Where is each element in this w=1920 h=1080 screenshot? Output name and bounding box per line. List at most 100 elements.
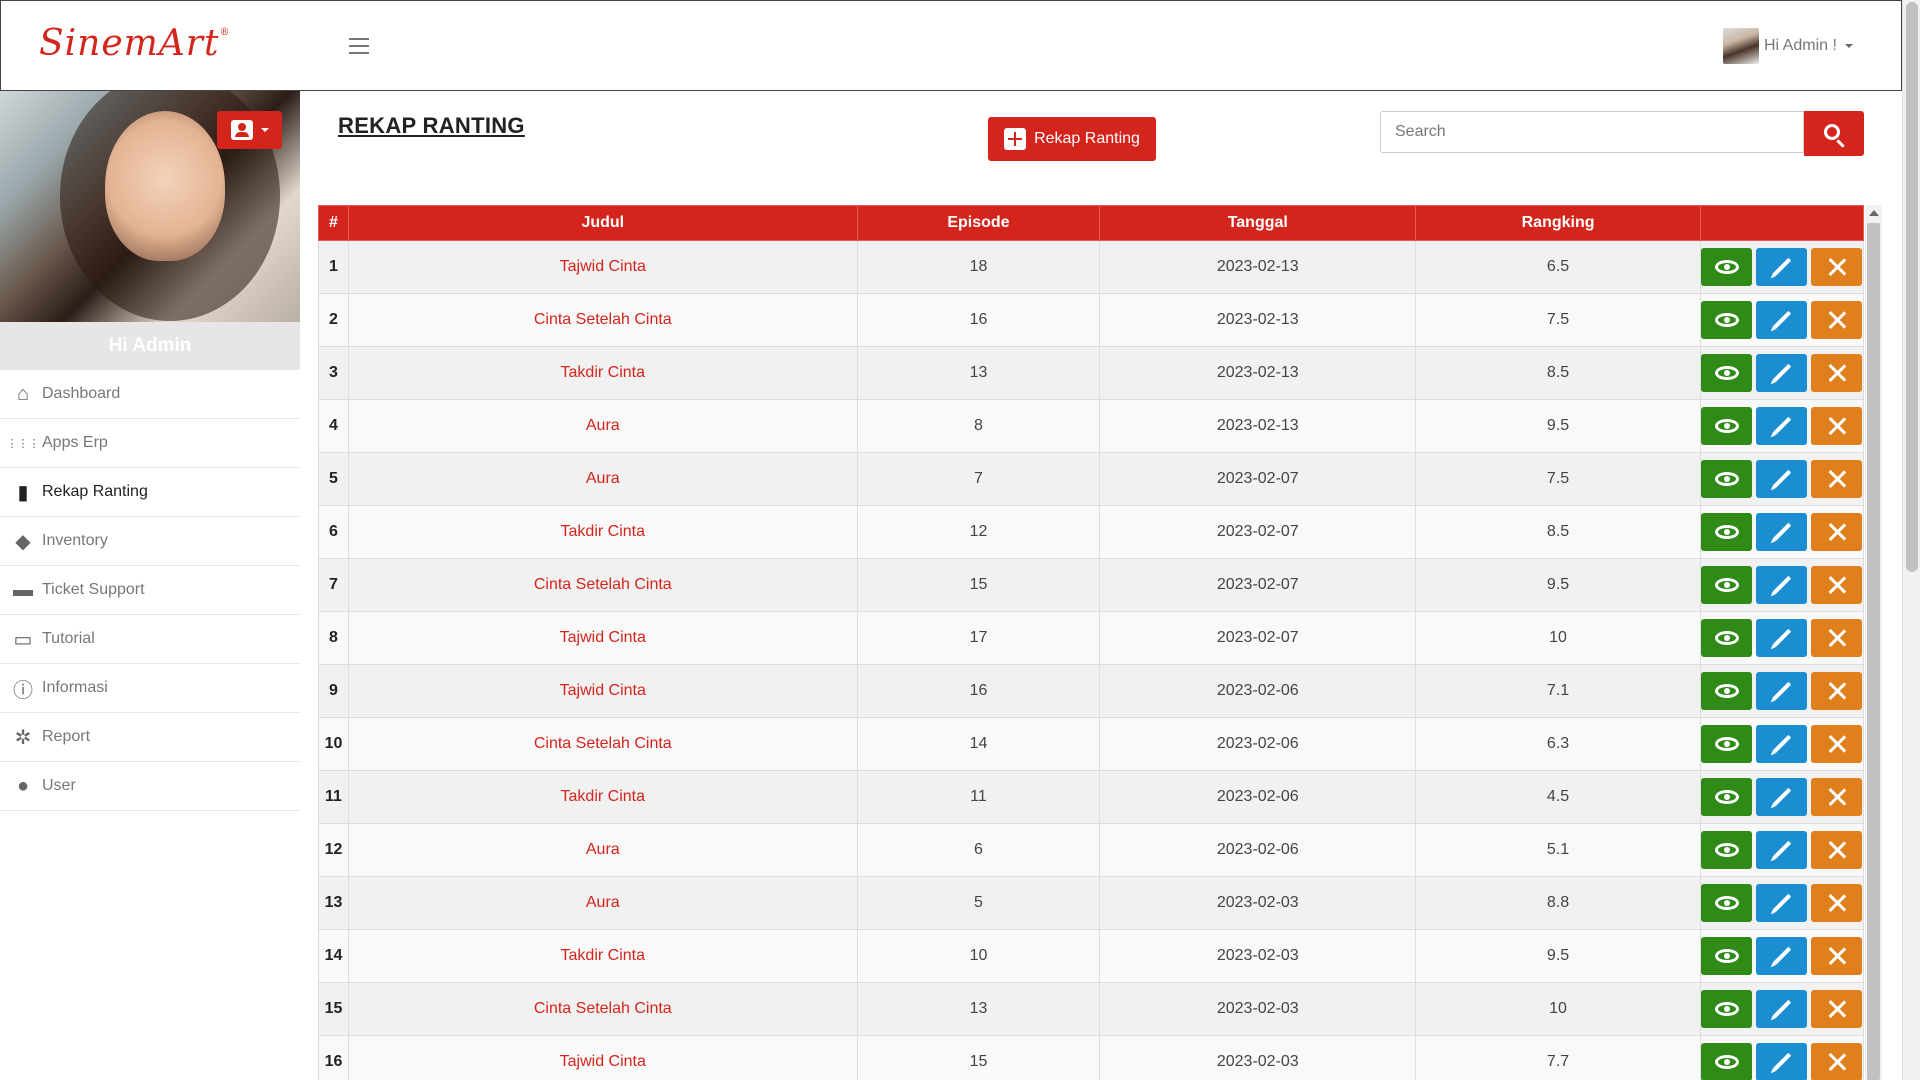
logo[interactable]: SinemArt® bbox=[39, 23, 230, 64]
sidebar-item-inventory[interactable]: ◆ Inventory bbox=[0, 517, 300, 566]
delete-button[interactable] bbox=[1811, 407, 1863, 445]
delete-button[interactable] bbox=[1811, 778, 1863, 816]
judul-cell[interactable]: Cinta Setelah Cinta bbox=[347, 982, 858, 1036]
sidebar-item-label: Ticket Support bbox=[42, 581, 145, 598]
edit-button[interactable] bbox=[1756, 566, 1808, 604]
judul-cell[interactable]: Tajwid Cinta bbox=[347, 240, 858, 294]
view-button[interactable] bbox=[1701, 884, 1753, 922]
delete-button[interactable] bbox=[1811, 990, 1863, 1028]
edit-button[interactable] bbox=[1756, 778, 1808, 816]
user-menu[interactable]: Hi Admin ! bbox=[1723, 27, 1853, 65]
judul-cell[interactable]: Takdir Cinta bbox=[347, 770, 858, 824]
view-button[interactable] bbox=[1701, 248, 1753, 286]
edit-button[interactable] bbox=[1756, 725, 1808, 763]
table-scrollbar[interactable] bbox=[1865, 205, 1882, 1080]
delete-button[interactable] bbox=[1811, 513, 1863, 551]
edit-button[interactable] bbox=[1756, 937, 1808, 975]
delete-button[interactable] bbox=[1811, 248, 1863, 286]
rangking-cell: 8.5 bbox=[1415, 346, 1701, 400]
sidebar-item-informasi[interactable]: ⓘ Informasi bbox=[0, 664, 300, 713]
judul-cell[interactable]: Aura bbox=[347, 399, 858, 453]
episode-cell: 13 bbox=[856, 982, 1101, 1036]
judul-cell[interactable]: Aura bbox=[347, 452, 858, 506]
search-input[interactable] bbox=[1380, 111, 1804, 153]
view-button[interactable] bbox=[1701, 460, 1753, 498]
delete-button[interactable] bbox=[1811, 460, 1863, 498]
view-button[interactable] bbox=[1701, 725, 1753, 763]
episode-cell: 16 bbox=[856, 664, 1101, 718]
delete-button[interactable] bbox=[1811, 725, 1863, 763]
actions-cell bbox=[1699, 293, 1865, 347]
close-icon bbox=[1827, 999, 1847, 1019]
tanggal-cell: 2023-02-06 bbox=[1099, 770, 1417, 824]
edit-button[interactable] bbox=[1756, 672, 1808, 710]
sidebar-item-dashboard[interactable]: ⌂ Dashboard bbox=[0, 370, 300, 419]
judul-cell[interactable]: Takdir Cinta bbox=[347, 929, 858, 983]
rangking-cell: 7.5 bbox=[1415, 293, 1701, 347]
sidebar-item-tutorial[interactable]: ▭ Tutorial bbox=[0, 615, 300, 664]
sidebar-item-report[interactable]: ✲ Report bbox=[0, 713, 300, 762]
rangking-cell: 7.1 bbox=[1415, 664, 1701, 718]
delete-button[interactable] bbox=[1811, 301, 1863, 339]
episode-cell: 17 bbox=[856, 611, 1101, 665]
edit-button[interactable] bbox=[1756, 990, 1808, 1028]
delete-button[interactable] bbox=[1811, 884, 1863, 922]
sidebar-item-ticket-support[interactable]: ▬ Ticket Support bbox=[0, 566, 300, 615]
search-button[interactable] bbox=[1804, 111, 1864, 156]
edit-button[interactable] bbox=[1756, 301, 1808, 339]
view-button[interactable] bbox=[1701, 778, 1753, 816]
view-button[interactable] bbox=[1701, 990, 1753, 1028]
judul-cell[interactable]: Cinta Setelah Cinta bbox=[347, 558, 858, 612]
view-button[interactable] bbox=[1701, 513, 1753, 551]
judul-cell[interactable]: Cinta Setelah Cinta bbox=[347, 293, 858, 347]
judul-cell[interactable]: Aura bbox=[347, 876, 858, 930]
add-rekap-ranting-button[interactable]: Rekap Ranting bbox=[988, 117, 1156, 161]
table-row: 15 Cinta Setelah Cinta 13 2023-02-03 10 bbox=[318, 982, 1865, 1036]
delete-button[interactable] bbox=[1811, 354, 1863, 392]
view-button[interactable] bbox=[1701, 407, 1753, 445]
edit-button[interactable] bbox=[1756, 248, 1808, 286]
edit-button[interactable] bbox=[1756, 619, 1808, 657]
delete-button[interactable] bbox=[1811, 1043, 1863, 1080]
window-scrollbar[interactable] bbox=[1902, 0, 1920, 1080]
menu-toggle-icon[interactable] bbox=[349, 38, 369, 54]
scroll-up-icon[interactable] bbox=[1869, 210, 1879, 216]
sidebar-item-apps-erp[interactable]: ⋮⋮⋮ Apps Erp bbox=[0, 419, 300, 468]
judul-cell[interactable]: Takdir Cinta bbox=[347, 346, 858, 400]
delete-button[interactable] bbox=[1811, 619, 1863, 657]
judul-cell[interactable]: Tajwid Cinta bbox=[347, 611, 858, 665]
view-button[interactable] bbox=[1701, 831, 1753, 869]
edit-button[interactable] bbox=[1756, 1043, 1808, 1080]
edit-button[interactable] bbox=[1756, 513, 1808, 551]
edit-button[interactable] bbox=[1756, 354, 1808, 392]
view-button[interactable] bbox=[1701, 937, 1753, 975]
delete-button[interactable] bbox=[1811, 672, 1863, 710]
judul-cell[interactable]: Aura bbox=[347, 823, 858, 877]
view-button[interactable] bbox=[1701, 1043, 1753, 1080]
delete-button[interactable] bbox=[1811, 566, 1863, 604]
view-button[interactable] bbox=[1701, 566, 1753, 604]
episode-cell: 7 bbox=[856, 452, 1101, 506]
edit-button[interactable] bbox=[1756, 831, 1808, 869]
view-button[interactable] bbox=[1701, 619, 1753, 657]
judul-cell[interactable]: Cinta Setelah Cinta bbox=[347, 717, 858, 771]
view-button[interactable] bbox=[1701, 301, 1753, 339]
edit-button[interactable] bbox=[1756, 460, 1808, 498]
edit-button[interactable] bbox=[1756, 407, 1808, 445]
judul-cell[interactable]: Takdir Cinta bbox=[347, 505, 858, 559]
window-scrollbar-thumb[interactable] bbox=[1906, 2, 1918, 572]
sidebar-item-rekap-ranting[interactable]: ▮ Rekap Ranting bbox=[0, 468, 300, 517]
delete-button[interactable] bbox=[1811, 831, 1863, 869]
profile-photo bbox=[0, 91, 300, 322]
pencil-icon bbox=[1772, 840, 1792, 860]
table-scrollbar-thumb[interactable] bbox=[1867, 223, 1880, 1080]
judul-cell[interactable]: Tajwid Cinta bbox=[347, 1035, 858, 1080]
delete-button[interactable] bbox=[1811, 937, 1863, 975]
actions-cell bbox=[1699, 876, 1865, 930]
edit-button[interactable] bbox=[1756, 884, 1808, 922]
view-button[interactable] bbox=[1701, 672, 1753, 710]
view-button[interactable] bbox=[1701, 354, 1753, 392]
profile-menu-button[interactable] bbox=[217, 111, 282, 149]
sidebar-item-user[interactable]: ● User bbox=[0, 762, 300, 811]
judul-cell[interactable]: Tajwid Cinta bbox=[347, 664, 858, 718]
